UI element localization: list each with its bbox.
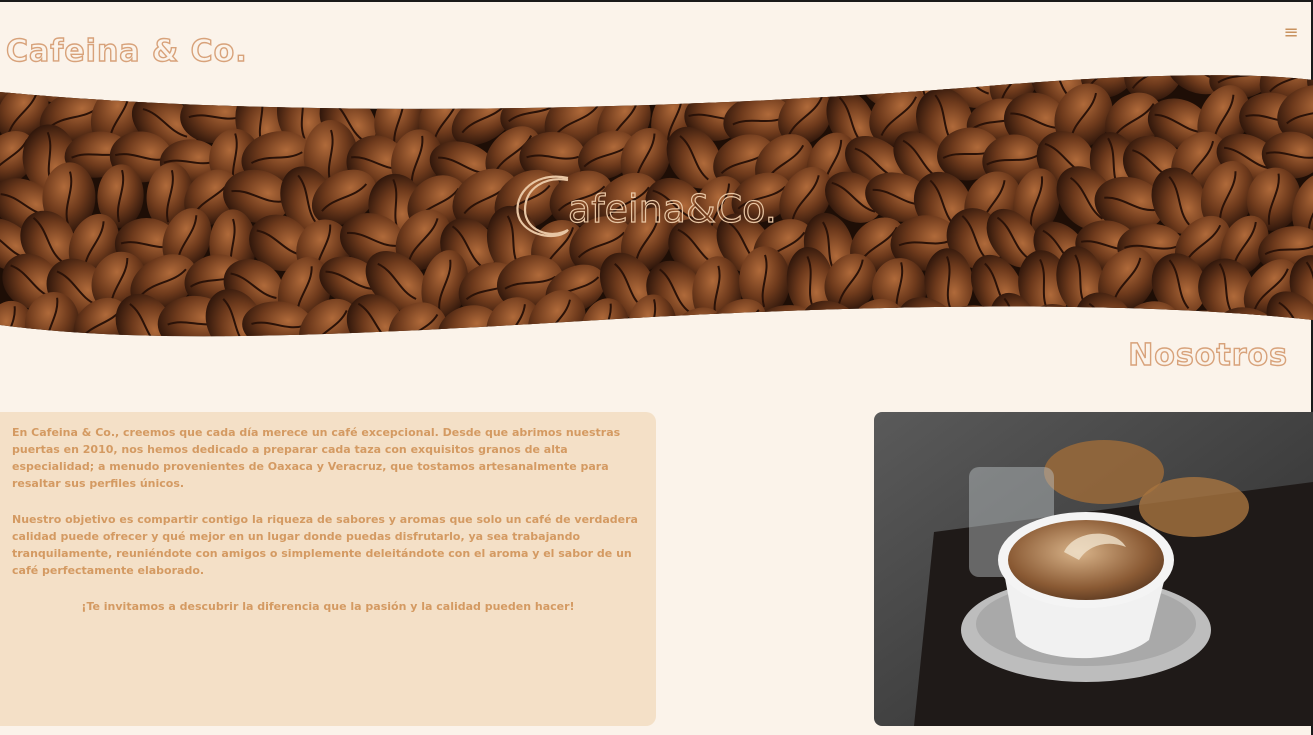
about-paragraph-2: Nuestro objetivo es compartir contigo la… <box>12 513 638 577</box>
about-card: En Cafeina & Co., creemos que cada día m… <box>0 412 656 726</box>
hero-logo-text: afeina&Co. <box>568 187 777 231</box>
top-border <box>0 0 1313 2</box>
latte-art-cup-photo <box>874 412 1313 726</box>
brand-logo-text[interactable]: Cafeina & Co. <box>5 33 248 69</box>
coffee-beans-image: afeina&Co. <box>0 75 1313 337</box>
about-paragraph-1: En Cafeina & Co., creemos que cada día m… <box>12 426 621 490</box>
hamburger-menu-icon[interactable]: ≡ <box>1282 24 1300 42</box>
hero-banner: afeina&Co. <box>0 70 1313 350</box>
section-title: Nosotros <box>1128 337 1288 373</box>
about-paragraph-3: ¡Te invitamos a descubrir la diferencia … <box>81 600 575 613</box>
